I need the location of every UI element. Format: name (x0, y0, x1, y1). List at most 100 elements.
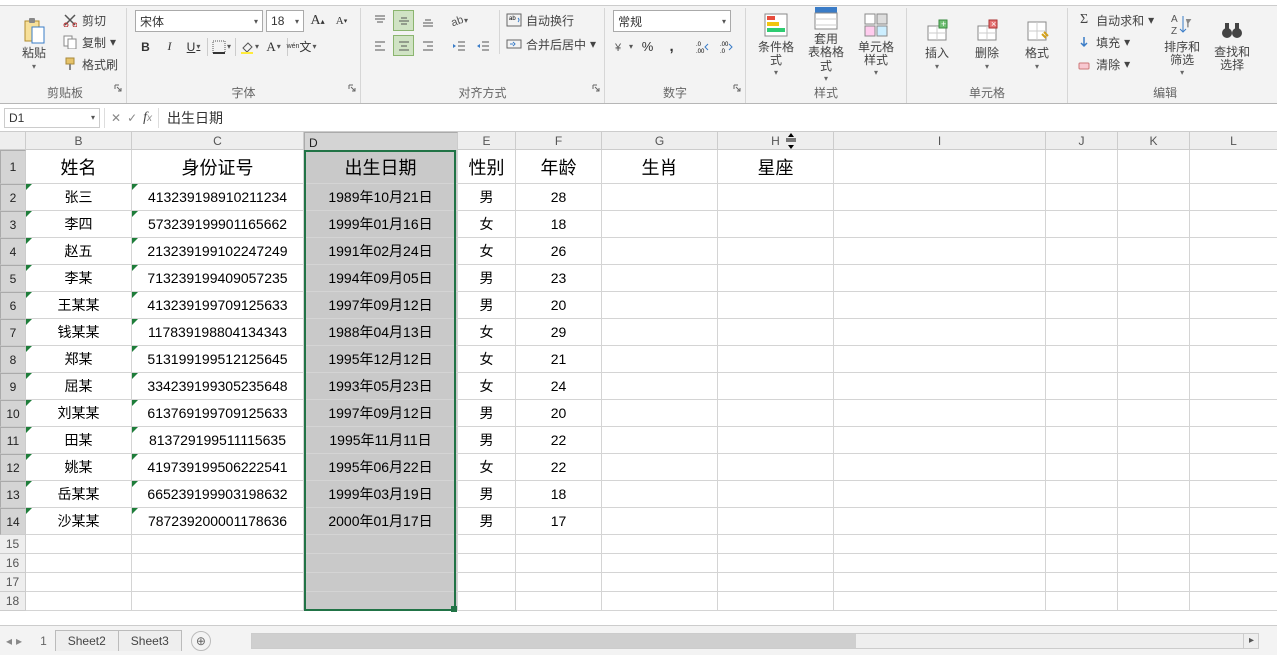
align-right-button[interactable] (417, 35, 438, 56)
cell[interactable]: 赵五 (26, 238, 132, 265)
row-header-17[interactable]: 17 (0, 573, 26, 592)
cell[interactable]: 1995年12月12日 (304, 346, 458, 373)
cell[interactable]: 女 (458, 238, 516, 265)
cell[interactable]: 22 (516, 454, 602, 481)
cell[interactable]: 岳某某 (26, 481, 132, 508)
increase-decimal-button[interactable]: .0.00 (692, 36, 713, 57)
cell[interactable]: 20 (516, 400, 602, 427)
cell[interactable]: 生肖 (602, 150, 718, 184)
cell[interactable]: 身份证号 (132, 150, 304, 184)
select-all-corner[interactable] (0, 132, 26, 150)
column-header-H[interactable]: H (718, 132, 834, 150)
cell[interactable] (718, 454, 834, 481)
cell[interactable] (718, 400, 834, 427)
cell[interactable]: 张三 (26, 184, 132, 211)
cell[interactable] (834, 265, 1046, 292)
cell[interactable] (718, 292, 834, 319)
cell[interactable] (1190, 238, 1277, 265)
cell[interactable] (1190, 592, 1277, 611)
cell[interactable] (1046, 427, 1118, 454)
underline-button[interactable]: U▾ (183, 36, 204, 57)
cell[interactable]: 年龄 (516, 150, 602, 184)
column-header-I[interactable]: I (834, 132, 1046, 150)
cell[interactable] (1046, 535, 1118, 554)
decrease-decimal-button[interactable]: .00.0 (716, 36, 737, 57)
horizontal-scrollbar[interactable]: ◂ ▸ (251, 633, 1259, 649)
row-header-13[interactable]: 13 (0, 481, 26, 508)
cell[interactable] (718, 346, 834, 373)
cell[interactable]: 男 (458, 427, 516, 454)
column-header-B[interactable]: B (26, 132, 132, 150)
align-bottom-button[interactable] (417, 10, 438, 31)
cell[interactable]: 665239199903198632 (132, 481, 304, 508)
find-select-button[interactable]: 查找和选择 (1210, 10, 1254, 78)
cell[interactable]: 刘某某 (26, 400, 132, 427)
row-header-10[interactable]: 10 (0, 400, 26, 427)
cell[interactable] (1118, 573, 1190, 592)
row-header-1[interactable]: 1 (0, 150, 26, 184)
cell[interactable]: 573239199901165662 (132, 211, 304, 238)
copy-button[interactable]: 复制▾ (62, 32, 118, 52)
row-header-3[interactable]: 3 (0, 211, 26, 238)
sheet-nav-first-icon[interactable]: ◂ (6, 634, 12, 648)
cell[interactable] (1046, 150, 1118, 184)
cell[interactable] (516, 573, 602, 592)
cell[interactable] (834, 400, 1046, 427)
dialog-launcher-icon[interactable] (733, 84, 741, 92)
dialog-launcher-icon[interactable] (592, 84, 600, 92)
cell[interactable] (1190, 554, 1277, 573)
cell[interactable]: 1989年10月21日 (304, 184, 458, 211)
fx-button[interactable]: fx (143, 110, 152, 126)
cell[interactable] (718, 319, 834, 346)
cell[interactable] (718, 554, 834, 573)
cell[interactable] (602, 238, 718, 265)
cell[interactable] (834, 319, 1046, 346)
cells-area[interactable]: 姓名身份证号出生日期性别年龄生肖星座张三41323919891021123419… (26, 150, 1277, 611)
comma-format-button[interactable]: , (661, 36, 682, 57)
cell[interactable]: 男 (458, 400, 516, 427)
name-box[interactable]: D1▾ (4, 108, 100, 128)
cell[interactable] (602, 508, 718, 535)
cell[interactable]: 1997年09月12日 (304, 292, 458, 319)
cell[interactable] (834, 508, 1046, 535)
cell[interactable] (1190, 346, 1277, 373)
cell[interactable] (304, 535, 458, 554)
cell[interactable] (1118, 481, 1190, 508)
cell[interactable]: 沙某某 (26, 508, 132, 535)
cell[interactable] (602, 454, 718, 481)
cell[interactable] (304, 573, 458, 592)
conditional-format-button[interactable]: 条件格式▾ (754, 10, 798, 78)
cell[interactable]: 413239198910211234 (132, 184, 304, 211)
cell[interactable] (602, 319, 718, 346)
orientation-button[interactable]: ab▾ (448, 10, 469, 31)
cell[interactable]: 钱某某 (26, 319, 132, 346)
font-size-select[interactable]: 18▾ (266, 10, 304, 32)
cell[interactable]: 1999年01月16日 (304, 211, 458, 238)
cell[interactable] (26, 554, 132, 573)
indent-increase-button[interactable] (472, 35, 493, 56)
font-color-button[interactable]: A▾ (263, 36, 284, 57)
cell[interactable] (304, 592, 458, 611)
scroll-right-icon[interactable]: ▸ (1243, 634, 1259, 648)
cell[interactable]: 性别 (458, 150, 516, 184)
italic-button[interactable]: I (159, 36, 180, 57)
row-header-2[interactable]: 2 (0, 184, 26, 211)
cell[interactable] (1118, 373, 1190, 400)
cell[interactable] (1190, 573, 1277, 592)
cell[interactable] (516, 592, 602, 611)
cell[interactable] (1046, 211, 1118, 238)
cell[interactable] (304, 554, 458, 573)
cell[interactable] (602, 265, 718, 292)
add-sheet-button[interactable]: ⊕ (191, 631, 211, 651)
cell[interactable] (718, 238, 834, 265)
cell[interactable] (718, 592, 834, 611)
cell[interactable] (26, 573, 132, 592)
cell[interactable] (834, 554, 1046, 573)
cell[interactable] (458, 535, 516, 554)
cell[interactable]: 李某 (26, 265, 132, 292)
cell[interactable] (602, 573, 718, 592)
cell[interactable] (1046, 346, 1118, 373)
cell[interactable] (1118, 400, 1190, 427)
row-header-15[interactable]: 15 (0, 535, 26, 554)
cell[interactable] (834, 346, 1046, 373)
